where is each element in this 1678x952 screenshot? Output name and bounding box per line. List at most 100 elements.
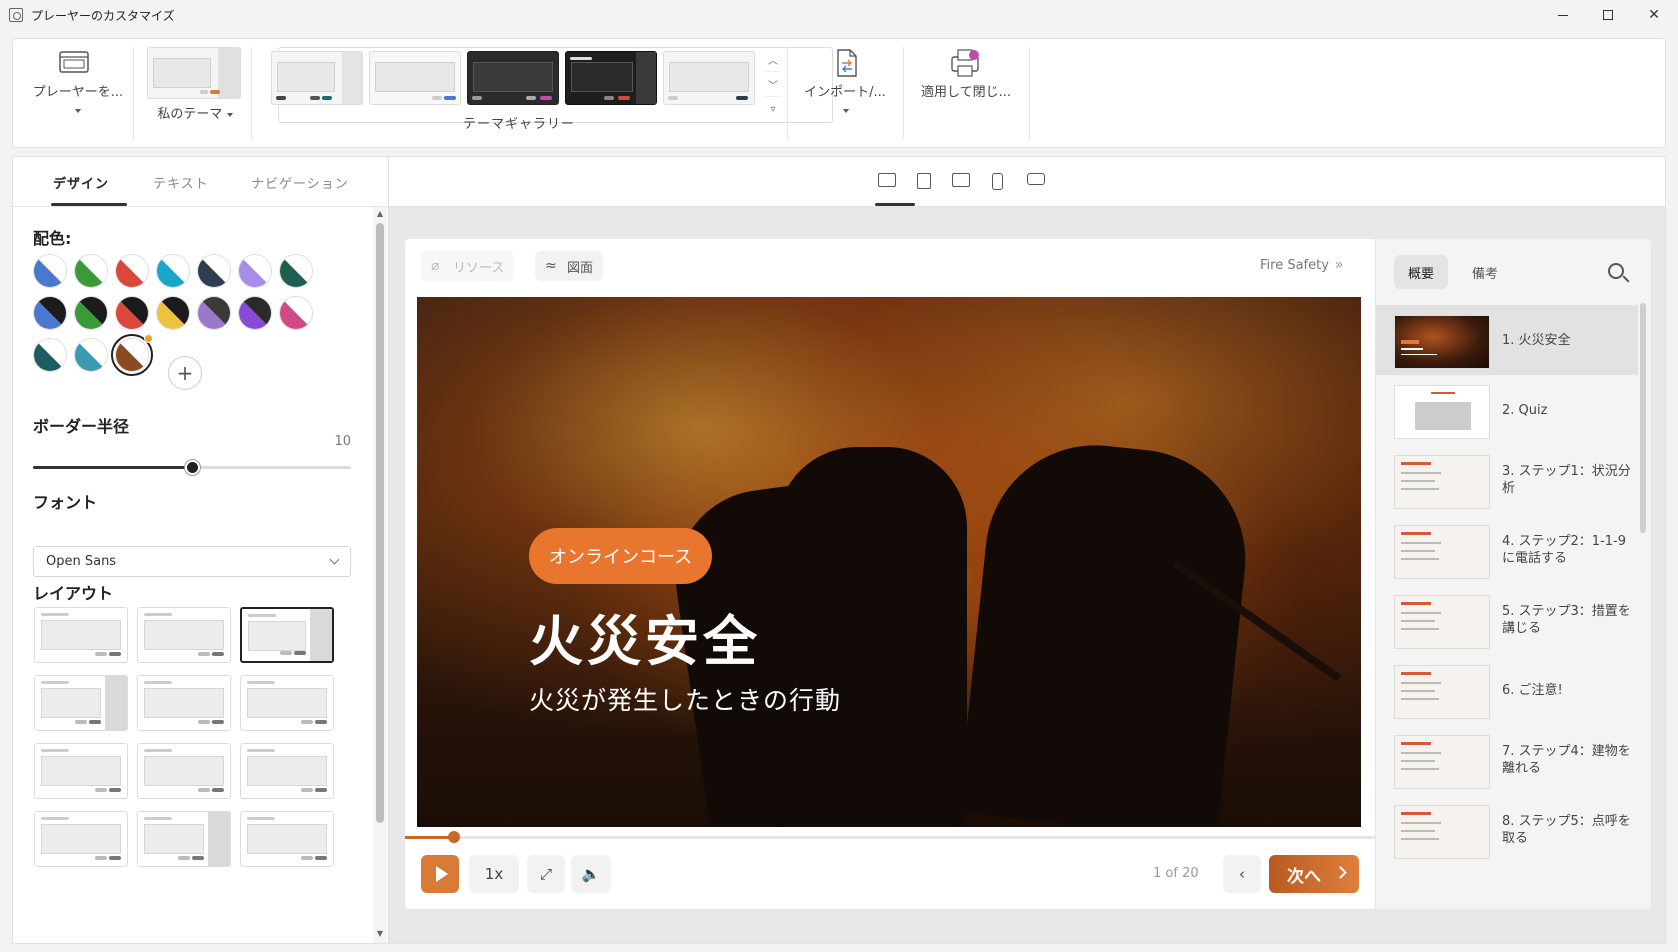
previous-button[interactable]: ‹ xyxy=(1223,855,1261,893)
slide-list-item[interactable]: 1. 火災安全 xyxy=(1376,305,1638,375)
color-swatch[interactable] xyxy=(148,246,198,296)
phone-landscape-icon[interactable] xyxy=(1027,173,1045,185)
slider-handle[interactable] xyxy=(185,460,200,475)
layout-option[interactable] xyxy=(240,675,334,731)
playback-progress[interactable] xyxy=(405,831,1375,843)
layout-option[interactable] xyxy=(34,675,128,731)
slide-list-item[interactable]: 5. ステップ3：措置を講じる xyxy=(1376,585,1638,655)
progress-fill xyxy=(405,836,454,839)
course-title: Fire Safety xyxy=(1260,258,1329,273)
theme-thumb-light[interactable] xyxy=(271,51,363,105)
color-swatch[interactable] xyxy=(148,288,198,338)
color-swatch[interactable] xyxy=(271,288,321,338)
color-swatch[interactable] xyxy=(66,330,116,380)
tablet-portrait-icon[interactable] xyxy=(917,173,931,189)
course-title-link[interactable]: Fire Safety » xyxy=(1260,257,1344,273)
layout-option[interactable] xyxy=(137,607,231,663)
volume-button[interactable]: 🔈 xyxy=(571,855,611,893)
layout-option[interactable] xyxy=(240,607,334,663)
play-button[interactable] xyxy=(421,855,459,893)
playback-speed-button[interactable]: 1x xyxy=(469,855,519,893)
minimize-button[interactable] xyxy=(1540,0,1586,30)
add-color-button[interactable]: + xyxy=(168,356,202,390)
slide-list-item[interactable]: 2. Quiz xyxy=(1376,375,1638,445)
firefighter-silhouette xyxy=(777,447,967,827)
scroll-down-icon[interactable]: ▼ xyxy=(373,929,387,941)
slide-list-item[interactable]: 3. ステップ1：状況分析 xyxy=(1376,445,1638,515)
slide-thumbnail xyxy=(1394,315,1490,369)
color-swatch[interactable] xyxy=(66,288,116,338)
desktop-view-icon[interactable] xyxy=(878,173,896,187)
tab-outline[interactable]: 概要 xyxy=(1394,255,1449,289)
diagram-button[interactable]: ≈ 図面 xyxy=(535,251,604,281)
layout-option[interactable] xyxy=(240,743,334,799)
chevron-down-icon xyxy=(329,554,340,565)
color-swatch[interactable] xyxy=(25,288,75,338)
slide-thumbnail xyxy=(1394,455,1490,509)
layout-option[interactable] xyxy=(240,811,334,867)
gallery-scroll[interactable]: ︿ ﹀ ▿ xyxy=(765,47,781,123)
maximize-button[interactable] xyxy=(1585,0,1631,30)
color-swatch[interactable] xyxy=(230,288,280,338)
phone-portrait-icon[interactable] xyxy=(992,173,1003,190)
firefighter-silhouette xyxy=(957,434,1257,827)
apply-and-close-button[interactable]: 適用して閉じ... xyxy=(911,39,1021,147)
next-label: 次へ xyxy=(1287,866,1321,887)
expand-icon: ⤢ xyxy=(539,865,552,883)
selected-indicator xyxy=(144,334,153,343)
tab-design[interactable]: デザイン xyxy=(53,173,109,192)
progress-handle[interactable] xyxy=(447,831,460,843)
import-export-button[interactable]: インポート/... xyxy=(795,39,895,147)
chevron-down-icon[interactable]: ﹀ xyxy=(765,72,781,97)
slide-list-item[interactable]: 4. ステップ2：1-1-9に電話する xyxy=(1376,515,1638,585)
slide-list-item[interactable]: 6. ご注意! xyxy=(1376,655,1638,725)
scroll-up-icon[interactable]: ▲ xyxy=(373,209,387,221)
color-swatch[interactable] xyxy=(25,246,75,296)
gallery-expand-icon[interactable]: ▿ xyxy=(765,97,781,122)
layout-option[interactable] xyxy=(137,811,231,867)
chevron-down-icon xyxy=(75,108,81,113)
color-swatch[interactable] xyxy=(230,246,280,296)
tab-text[interactable]: テキスト xyxy=(153,173,209,192)
chevron-down-icon xyxy=(843,108,849,113)
slide-outline-sidebar: 概要 備考 1. 火災安全 2. Quiz 3. ステップ1：状況分析 4. ステップ… xyxy=(1375,239,1651,909)
close-button[interactable]: ✕ xyxy=(1631,0,1677,30)
color-swatch[interactable] xyxy=(25,330,75,380)
layout-option[interactable] xyxy=(34,811,128,867)
slide-list-item[interactable]: 7. ステップ4：建物を離れる xyxy=(1376,725,1638,795)
font-select[interactable]: Open Sans xyxy=(33,546,351,577)
fullscreen-button[interactable]: ⤢ xyxy=(527,855,565,893)
next-button[interactable]: 次へ xyxy=(1269,855,1359,893)
slide-title-label: 7. ステップ4：建物を離れる xyxy=(1502,744,1631,776)
theme-thumb-dark-red[interactable] xyxy=(565,51,657,105)
theme-thumb-blue[interactable] xyxy=(369,51,461,105)
player-settings-button[interactable]: プレーヤーを... xyxy=(23,39,133,147)
color-swatch[interactable] xyxy=(107,246,157,296)
slide-thumbnail xyxy=(1394,385,1490,439)
tab-navigation[interactable]: ナビゲーション xyxy=(251,173,349,192)
chevron-up-icon[interactable]: ︿ xyxy=(765,47,781,72)
layout-option[interactable] xyxy=(34,607,128,663)
scrollbar-thumb[interactable] xyxy=(376,223,384,823)
tab-notes[interactable]: 備考 xyxy=(1458,255,1512,289)
resources-button[interactable]: ⌀ リソース xyxy=(421,251,515,281)
settings-scrollbar[interactable]: ▲ ▼ xyxy=(373,207,387,943)
my-theme-button[interactable]: 私のテーマ xyxy=(143,39,247,147)
sidebar-scrollbar[interactable] xyxy=(1640,303,1646,533)
color-swatch[interactable] xyxy=(66,246,116,296)
border-radius-slider[interactable] xyxy=(33,460,351,475)
tablet-landscape-icon[interactable] xyxy=(952,173,970,187)
search-icon[interactable] xyxy=(1608,263,1624,279)
layout-option[interactable] xyxy=(34,743,128,799)
color-swatch[interactable] xyxy=(189,288,239,338)
theme-thumb-dark[interactable] xyxy=(467,51,559,105)
color-swatch[interactable] xyxy=(271,246,321,296)
slide-title: 火災安全 xyxy=(529,610,761,673)
layout-option[interactable] xyxy=(137,675,231,731)
theme-thumb-plain[interactable] xyxy=(663,51,755,105)
color-swatch[interactable] xyxy=(189,246,239,296)
color-swatch[interactable] xyxy=(107,288,157,338)
app-icon xyxy=(9,8,23,22)
slide-list-item[interactable]: 8. ステップ5：点呼を取る xyxy=(1376,795,1638,865)
layout-option[interactable] xyxy=(137,743,231,799)
